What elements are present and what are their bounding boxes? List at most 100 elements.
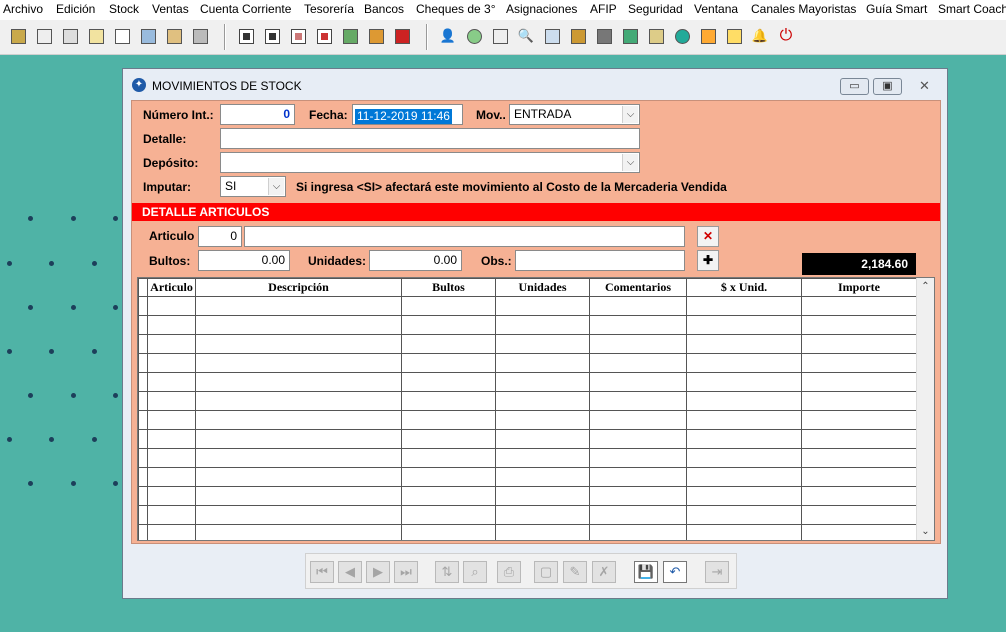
table-row[interactable] [138, 505, 917, 525]
card-icon[interactable] [620, 26, 640, 46]
table-cell[interactable] [686, 486, 802, 506]
add-row-button[interactable]: ✚ [697, 250, 719, 271]
money-icon[interactable] [464, 26, 484, 46]
delete-row-button[interactable]: ✕ [697, 226, 719, 247]
menu-seguridad[interactable]: Seguridad [628, 2, 683, 16]
table-cell[interactable] [686, 429, 802, 449]
table-cell[interactable] [686, 448, 802, 468]
table-cell[interactable] [195, 391, 402, 411]
table-cell[interactable] [686, 353, 802, 373]
last-record-icon[interactable]: ⏭ [394, 561, 418, 583]
cash-icon[interactable] [594, 26, 614, 46]
document-icon[interactable] [60, 26, 80, 46]
bultos-input[interactable]: 0.00 [198, 250, 290, 271]
table-cell[interactable] [686, 334, 802, 354]
table-cell[interactable] [195, 467, 402, 487]
table-cell[interactable] [801, 315, 917, 335]
table-cell[interactable] [401, 353, 496, 373]
settings-doc-icon[interactable] [542, 26, 562, 46]
table-row[interactable] [138, 372, 917, 392]
receipt-icon[interactable] [724, 26, 744, 46]
box-green-icon[interactable] [340, 26, 360, 46]
table-cell[interactable] [495, 391, 590, 411]
table-cell[interactable] [495, 524, 590, 540]
table-cell[interactable] [801, 410, 917, 430]
minimize-button[interactable]: ▭ [840, 78, 869, 95]
table-cell[interactable] [147, 334, 196, 354]
mov-select[interactable]: ENTRADA ⌵ [509, 104, 640, 125]
table-cell[interactable] [801, 486, 917, 506]
table-cell[interactable] [686, 296, 802, 316]
col-precio-unidad[interactable]: $ x Unid. [686, 278, 802, 297]
menu-canales-mayoristas[interactable]: Canales Mayoristas [751, 2, 856, 16]
table-cell[interactable] [495, 410, 590, 430]
menu-guia-smart[interactable]: Guía Smart [866, 2, 927, 16]
table-cell[interactable] [495, 315, 590, 335]
table-row[interactable] [138, 410, 917, 430]
table-cell[interactable] [401, 391, 496, 411]
table-cell[interactable] [589, 391, 687, 411]
detalle-input[interactable] [220, 128, 640, 149]
table-cell[interactable] [195, 372, 402, 392]
box-red-icon[interactable] [392, 26, 412, 46]
report-icon[interactable] [138, 26, 158, 46]
table-row[interactable] [138, 315, 917, 335]
table-cell[interactable] [195, 315, 402, 335]
table-cell[interactable] [147, 353, 196, 373]
table-cell[interactable] [686, 410, 802, 430]
form-a-icon[interactable] [236, 26, 256, 46]
delete-record-icon[interactable]: ✗ [592, 561, 616, 583]
col-comentarios[interactable]: Comentarios [589, 278, 687, 297]
table-cell[interactable] [195, 410, 402, 430]
row-selector[interactable] [138, 315, 148, 335]
table-cell[interactable] [195, 429, 402, 449]
row-selector[interactable] [138, 524, 148, 540]
row-selector[interactable] [138, 410, 148, 430]
table-cell[interactable] [495, 296, 590, 316]
table-cell[interactable] [147, 315, 196, 335]
note-icon[interactable] [490, 26, 510, 46]
save-icon[interactable]: 💾 [634, 561, 658, 583]
scroll-down-icon[interactable]: ⌄ [917, 526, 934, 537]
table-cell[interactable] [495, 448, 590, 468]
menu-tesoreria[interactable]: Tesorería [304, 2, 354, 16]
menu-ventas[interactable]: Ventas [152, 2, 189, 16]
table-cell[interactable] [495, 486, 590, 506]
col-bultos[interactable]: Bultos [401, 278, 496, 297]
table-cell[interactable] [801, 372, 917, 392]
table-cell[interactable] [401, 524, 496, 540]
box-orange-icon[interactable] [366, 26, 386, 46]
table-cell[interactable] [589, 486, 687, 506]
table-cell[interactable] [401, 315, 496, 335]
table-cell[interactable] [401, 448, 496, 468]
row-selector[interactable] [138, 429, 148, 449]
row-selector[interactable] [138, 486, 148, 506]
maximize-button[interactable]: ▣ [873, 78, 902, 95]
grid-scrollbar[interactable]: ⌃ ⌄ [916, 278, 934, 540]
table-cell[interactable] [686, 372, 802, 392]
ledger-icon[interactable] [698, 26, 718, 46]
table-cell[interactable] [147, 448, 196, 468]
table-cell[interactable] [147, 391, 196, 411]
table-cell[interactable] [801, 429, 917, 449]
table-cell[interactable] [686, 391, 802, 411]
table-cell[interactable] [401, 505, 496, 525]
table-row[interactable] [138, 524, 917, 540]
prev-record-icon[interactable]: ◀ [338, 561, 362, 583]
table-cell[interactable] [589, 296, 687, 316]
table-row[interactable] [138, 391, 917, 411]
new-record-icon[interactable]: ▢ [534, 561, 558, 583]
table-cell[interactable] [686, 315, 802, 335]
table-cell[interactable] [401, 410, 496, 430]
table-cell[interactable] [686, 524, 802, 540]
table-cell[interactable] [147, 410, 196, 430]
table-cell[interactable] [401, 467, 496, 487]
table-cell[interactable] [147, 467, 196, 487]
sort-icon[interactable]: ⇅ [435, 561, 459, 583]
row-selector[interactable] [138, 334, 148, 354]
articulo-description-input[interactable] [244, 226, 685, 247]
table-cell[interactable] [589, 467, 687, 487]
table-cell[interactable] [147, 429, 196, 449]
tools-icon[interactable] [190, 26, 210, 46]
col-articulo[interactable]: Articulo [147, 278, 196, 297]
